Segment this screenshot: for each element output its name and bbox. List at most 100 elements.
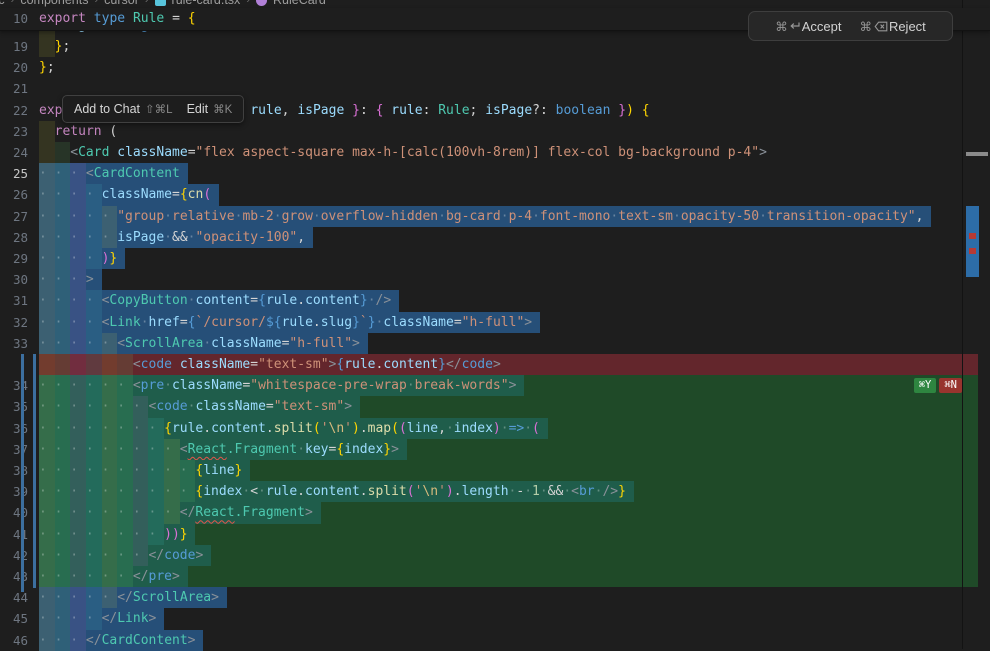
line-number[interactable]: 38 [0, 460, 28, 481]
line-number[interactable]: 27 [0, 206, 28, 227]
code-token: < [133, 357, 141, 372]
line-number[interactable]: 41 [0, 524, 28, 545]
indent-guide: · [164, 481, 180, 502]
code-line[interactable]: 20}; [0, 57, 990, 78]
code-line[interactable]: 30 · · · > [0, 269, 990, 290]
breadcrumb-item-cursor[interactable]: cursor [104, 0, 139, 7]
indent-guide: · [39, 524, 55, 545]
selection-highlight: · · · · <Link·href={`/cursor/${rule.slug… [39, 312, 540, 333]
line-number[interactable]: 37 [0, 439, 28, 460]
line-number[interactable]: 43 [0, 566, 28, 587]
code-line[interactable]: 44 · · · · · </ScrollArea> [0, 587, 990, 608]
line-number[interactable]: 31 [0, 290, 28, 311]
code-line[interactable]: 46· · · </CardContent> [0, 630, 990, 651]
indent-guide: · [70, 587, 86, 608]
breadcrumb-item-src[interactable]: src [0, 0, 5, 7]
line-number[interactable]: 23 [0, 121, 28, 142]
overview-ruler-selection-marker[interactable] [966, 206, 979, 277]
code-token: . [266, 421, 274, 436]
added-code-line[interactable]: 34· · · · · · <pre·className="whitespace… [0, 375, 990, 396]
code-token: = [454, 315, 462, 330]
breadcrumb-item-file[interactable]: rule-card.tsx [172, 0, 241, 7]
code-token: className [102, 187, 172, 202]
added-code-line[interactable]: 37· · · · · · · · · <React.Fragment·key=… [0, 439, 990, 460]
code-token: . [203, 421, 211, 436]
line-number[interactable]: 46 [0, 630, 28, 651]
code-line[interactable]: 33· · · · · <ScrollArea·className="h-ful… [0, 333, 990, 354]
indent-guide: · [86, 418, 102, 439]
indent-guide: · [70, 227, 86, 248]
code-line[interactable]: 32 · · · · <Link·href={`/cursor/${rule.sl… [0, 312, 990, 333]
accept-hunk-badge[interactable]: ⌘Y [914, 378, 937, 393]
indent-guide: · [148, 460, 164, 481]
code-editor[interactable]: src › components › cursor › rule-card.ts… [0, 0, 990, 649]
code-line[interactable]: 28· · · · · isPage·&&·"opacity-100", [0, 227, 990, 248]
add-to-chat-button[interactable]: Add to Chat ⇧⌘L [74, 102, 173, 116]
line-number[interactable]: 25 [0, 163, 28, 184]
edit-button[interactable]: Edit ⌘K [187, 102, 233, 116]
line-number[interactable]: 39 [0, 481, 28, 502]
code-line[interactable]: 23· return ( [0, 121, 990, 142]
indent-guide: · [117, 502, 133, 523]
code-token: ScrollArea [133, 590, 211, 605]
code-text: · · · > [39, 269, 102, 290]
reject-hunk-badge[interactable]: ⌘N [939, 378, 962, 393]
breadcrumb-item-symbol[interactable]: RuleCard [273, 0, 326, 7]
added-code-line[interactable]: 42· · · · · · · </code> [0, 545, 990, 566]
added-code-line[interactable]: 41 · · · · · · · · ))} [0, 524, 990, 545]
line-number[interactable]: 36 [0, 418, 28, 439]
indent-guide: · [164, 460, 180, 481]
added-code-line[interactable]: 38· · · · · · · · · · {line} [0, 460, 990, 481]
code-token: Rule [438, 103, 469, 118]
code-line[interactable]: 45· · · · </Link> [0, 608, 990, 629]
line-number[interactable]: 32 [0, 312, 28, 333]
line-number[interactable]: 40 [0, 502, 28, 523]
code-line[interactable]: 26· · · · className={cn( [0, 184, 990, 205]
code-text: · · · · · </ScrollArea> [39, 587, 227, 608]
edit-shortcut: ⌘K [213, 102, 232, 116]
line-number[interactable]: 30 [0, 269, 28, 290]
breadcrumb-separator: › [94, 0, 98, 6]
line-number[interactable]: 34 [0, 375, 28, 396]
line-number[interactable]: 35 [0, 396, 28, 417]
code-text: · · · · · · · · ))} [39, 524, 195, 545]
indent-guide: · [70, 524, 86, 545]
indent-guide: · [117, 524, 133, 545]
code-token: 1 [532, 484, 540, 499]
line-number[interactable]: 33 [0, 333, 28, 354]
breadcrumb-item-components[interactable]: components [20, 0, 88, 7]
added-code-line[interactable]: 35· · · · · · · <code·className="text-sm… [0, 396, 990, 417]
selection-highlight: · · · · · · · · · · {index·<·rule.conten… [39, 481, 634, 502]
accept-button[interactable]: ⌘ Accept [775, 19, 841, 34]
code-token: </ [117, 590, 133, 605]
code-token: br [579, 484, 595, 499]
code-line[interactable]: 24· · <Card className="flex aspect-squar… [0, 142, 990, 163]
deleted-code-line[interactable]: · · · · · · <code className="text-sm">{r… [0, 354, 990, 375]
added-code-line[interactable]: 43· · · · · · </pre> [0, 566, 990, 587]
line-number[interactable]: 24 [0, 142, 28, 163]
code-line[interactable]: 31· · · · <CopyButton·content={rule.cont… [0, 290, 990, 311]
added-code-line[interactable]: 40· · · · · · · · · </React.Fragment> [0, 502, 990, 523]
code-token: ( [407, 484, 415, 499]
line-number[interactable]: 26 [0, 184, 28, 205]
code-line[interactable]: 27· · · · · "group·relative·mb-2·grow·ov… [0, 206, 990, 227]
line-number[interactable]: 29 [0, 248, 28, 269]
indent-guide: · [117, 396, 133, 417]
line-number[interactable]: 44 [0, 587, 28, 608]
line-number[interactable]: 22 [0, 100, 28, 121]
reject-button[interactable]: ⌘ Reject [859, 19, 925, 34]
indent-guide: · [70, 566, 86, 587]
selection-highlight: · · · > [39, 269, 102, 290]
added-code-line[interactable]: 36· · · · · · · · {rule.content.split('\… [0, 418, 990, 439]
added-code-line[interactable]: 39 · · · · · · · · · · {index·<·rule.cont… [0, 481, 990, 502]
code-token: > [149, 611, 157, 626]
code-text: · · · <CardContent [39, 163, 188, 184]
indent-guide: · [148, 481, 164, 502]
code-line[interactable]: 29· · · · )} [0, 248, 990, 269]
code-line[interactable]: 25 · · · <CardContent [0, 163, 990, 184]
line-number[interactable]: 42 [0, 545, 28, 566]
code-token: . [297, 293, 305, 308]
line-number[interactable]: 28 [0, 227, 28, 248]
line-number[interactable]: 45 [0, 608, 28, 629]
indent-guide: · [102, 227, 118, 248]
